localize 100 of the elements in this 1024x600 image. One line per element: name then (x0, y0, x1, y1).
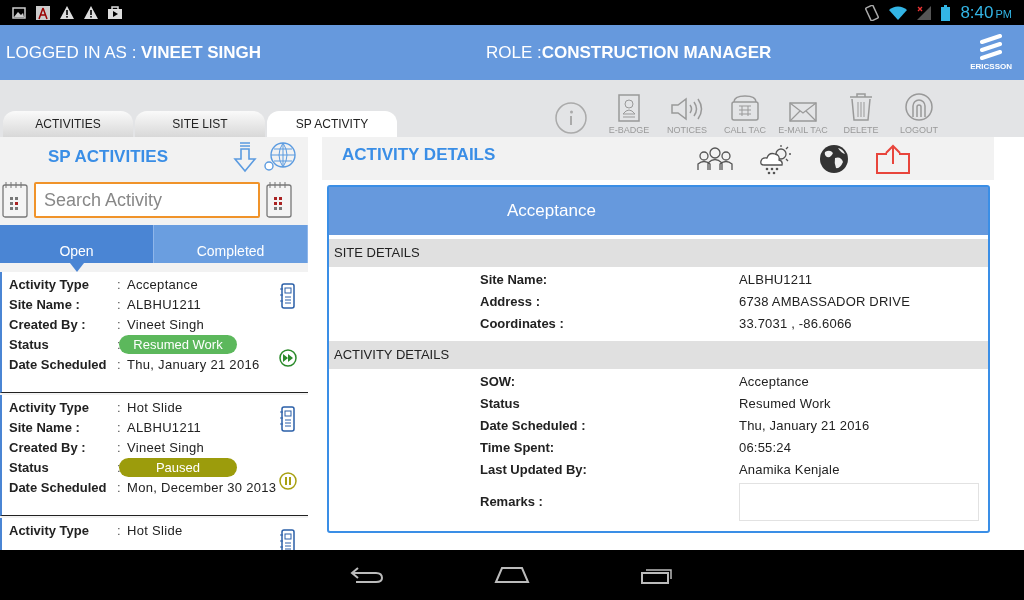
card-heading: Acceptance (329, 187, 988, 235)
field-label: SOW: (480, 373, 517, 391)
segment-tab[interactable]: Completed (154, 225, 308, 263)
toolbar-button[interactable]: CALL TAC (718, 88, 772, 135)
toolbar-button[interactable]: E-MAIL TAC (776, 88, 830, 135)
field-value: ALBHU1211 (739, 271, 813, 289)
separator: : (117, 316, 122, 334)
field-label: Date Scheduled (9, 479, 108, 497)
separator: : (117, 276, 122, 294)
logged-in-user: LOGGED IN AS : VINEET SINGH (6, 42, 263, 63)
calendar-icon[interactable] (2, 181, 28, 219)
activity-card[interactable]: Activity Type : Hot Slide (0, 518, 308, 550)
separator: : (117, 296, 122, 314)
share-icon[interactable] (875, 143, 911, 174)
field-value: Acceptance (127, 276, 199, 294)
weather-icon[interactable] (759, 142, 793, 175)
field-value: Resumed Work (739, 395, 831, 413)
image-icon (12, 6, 26, 19)
separator: : (117, 522, 122, 540)
separator: : (117, 399, 122, 417)
wifi-icon (889, 5, 908, 20)
id-badge-icon (618, 93, 640, 122)
field-value: Thu, January 21 2016 (739, 417, 870, 435)
back-icon[interactable] (350, 566, 384, 584)
remarks-field[interactable] (739, 483, 979, 521)
user-role: ROLE :CONSTRUCTION MANAGER (486, 42, 773, 63)
field-label: Activity Type (9, 399, 90, 417)
field-value: Mon, December 30 2013 (127, 479, 277, 497)
tab[interactable]: ACTIVITIES (3, 111, 133, 137)
field-label: Status (480, 395, 521, 413)
field-label: Coordinates : (480, 315, 565, 333)
toolbar-button[interactable]: E-BADGE (602, 88, 656, 135)
tab[interactable]: SITE LIST (135, 111, 265, 137)
field-value: ALBHU1211 (127, 296, 202, 314)
toolbar-button[interactable]: NOTICES (660, 88, 714, 135)
section-header: SITE DETAILS (329, 239, 988, 267)
field-label: Date Scheduled (9, 356, 108, 374)
field-label: Status (9, 459, 50, 477)
warning-icon (84, 6, 98, 19)
field-label: Status (9, 336, 50, 354)
separator: : (117, 479, 122, 497)
bag-icon (108, 6, 122, 19)
field-value: Hot Slide (127, 522, 184, 540)
separator: : (117, 419, 122, 437)
globe-search-icon[interactable] (262, 141, 298, 173)
field-value: Anamika Kenjale (739, 461, 840, 479)
field-value: 33.7031 , -86.6066 (739, 315, 852, 333)
field-value: Acceptance (739, 373, 809, 391)
field-label: Site Name : (9, 296, 81, 314)
separator: : (117, 439, 122, 457)
field-label: Address : (480, 293, 541, 311)
field-label: Created By : (9, 439, 87, 457)
separator: : (117, 336, 122, 354)
field-label: Site Name : (9, 419, 81, 437)
mail-icon (789, 101, 817, 122)
section-header: ACTIVITY DETAILS (329, 341, 988, 369)
separator: : (117, 459, 122, 477)
search-field[interactable]: Search Activity (34, 182, 260, 218)
field-value: Vineet Singh (127, 316, 206, 334)
toolbar-button[interactable]: LOGOUT (892, 88, 946, 135)
field-value: 06:55:24 (739, 439, 792, 457)
globe-icon[interactable] (819, 143, 849, 174)
separator: : (117, 356, 122, 374)
pause-icon[interactable] (279, 472, 297, 490)
field-value: Vineet Singh (127, 439, 206, 457)
document-icon[interactable] (280, 529, 296, 550)
logo-text: ERICSSON (970, 62, 1012, 71)
trash-icon (848, 91, 874, 122)
logo-icon (980, 34, 1003, 60)
fingerprint-icon (904, 91, 934, 122)
battery-icon (941, 4, 951, 21)
document-icon[interactable] (280, 406, 296, 432)
field-value: Hot Slide (127, 399, 184, 417)
field-label: Last Updated By: (480, 461, 588, 479)
tab[interactable]: SP ACTIVITY (267, 111, 397, 137)
document-icon[interactable] (280, 283, 296, 309)
recent-apps-icon[interactable] (640, 566, 674, 584)
field-label: Activity Type (9, 522, 90, 540)
activity-card[interactable]: Activity Type : Hot Slide Site Name : : ALBHU1211 Created By : : Vineet Singh Status : Paused Date Scheduled : Mon, December 30 2013 (0, 395, 308, 516)
speaker-icon (670, 95, 704, 122)
field-label: Site Name: (480, 271, 549, 289)
field-label: Created By : (9, 316, 87, 334)
field-label: Time Spent: (480, 439, 556, 457)
field-value: 6738 AMBASSADOR DRIVE (739, 293, 911, 311)
field-label: Remarks : (480, 493, 544, 511)
fast-forward-icon[interactable] (279, 349, 297, 367)
field-value: Thu, January 21 2016 (127, 356, 261, 374)
home-icon[interactable] (494, 566, 530, 584)
field-label: Activity Type (9, 276, 90, 294)
people-icon[interactable] (697, 146, 733, 171)
info-icon (554, 100, 588, 135)
rotate-icon (865, 4, 880, 21)
toolbar-button[interactable]: DELETE (834, 88, 888, 135)
calendar-icon[interactable] (266, 181, 292, 219)
panel-title: ACTIVITY DETAILS (342, 144, 497, 165)
phone-icon (730, 93, 760, 122)
panel-title: SP ACTIVITIES (48, 147, 169, 167)
activity-card[interactable]: Activity Type : Acceptance Site Name : : ALBHU1211 Created By : : Vineet Singh Status : Resumed Work Date Scheduled : Thu, January 21 2016 (0, 272, 308, 393)
download-icon[interactable] (232, 141, 258, 173)
field-label: Date Scheduled : (480, 417, 587, 435)
